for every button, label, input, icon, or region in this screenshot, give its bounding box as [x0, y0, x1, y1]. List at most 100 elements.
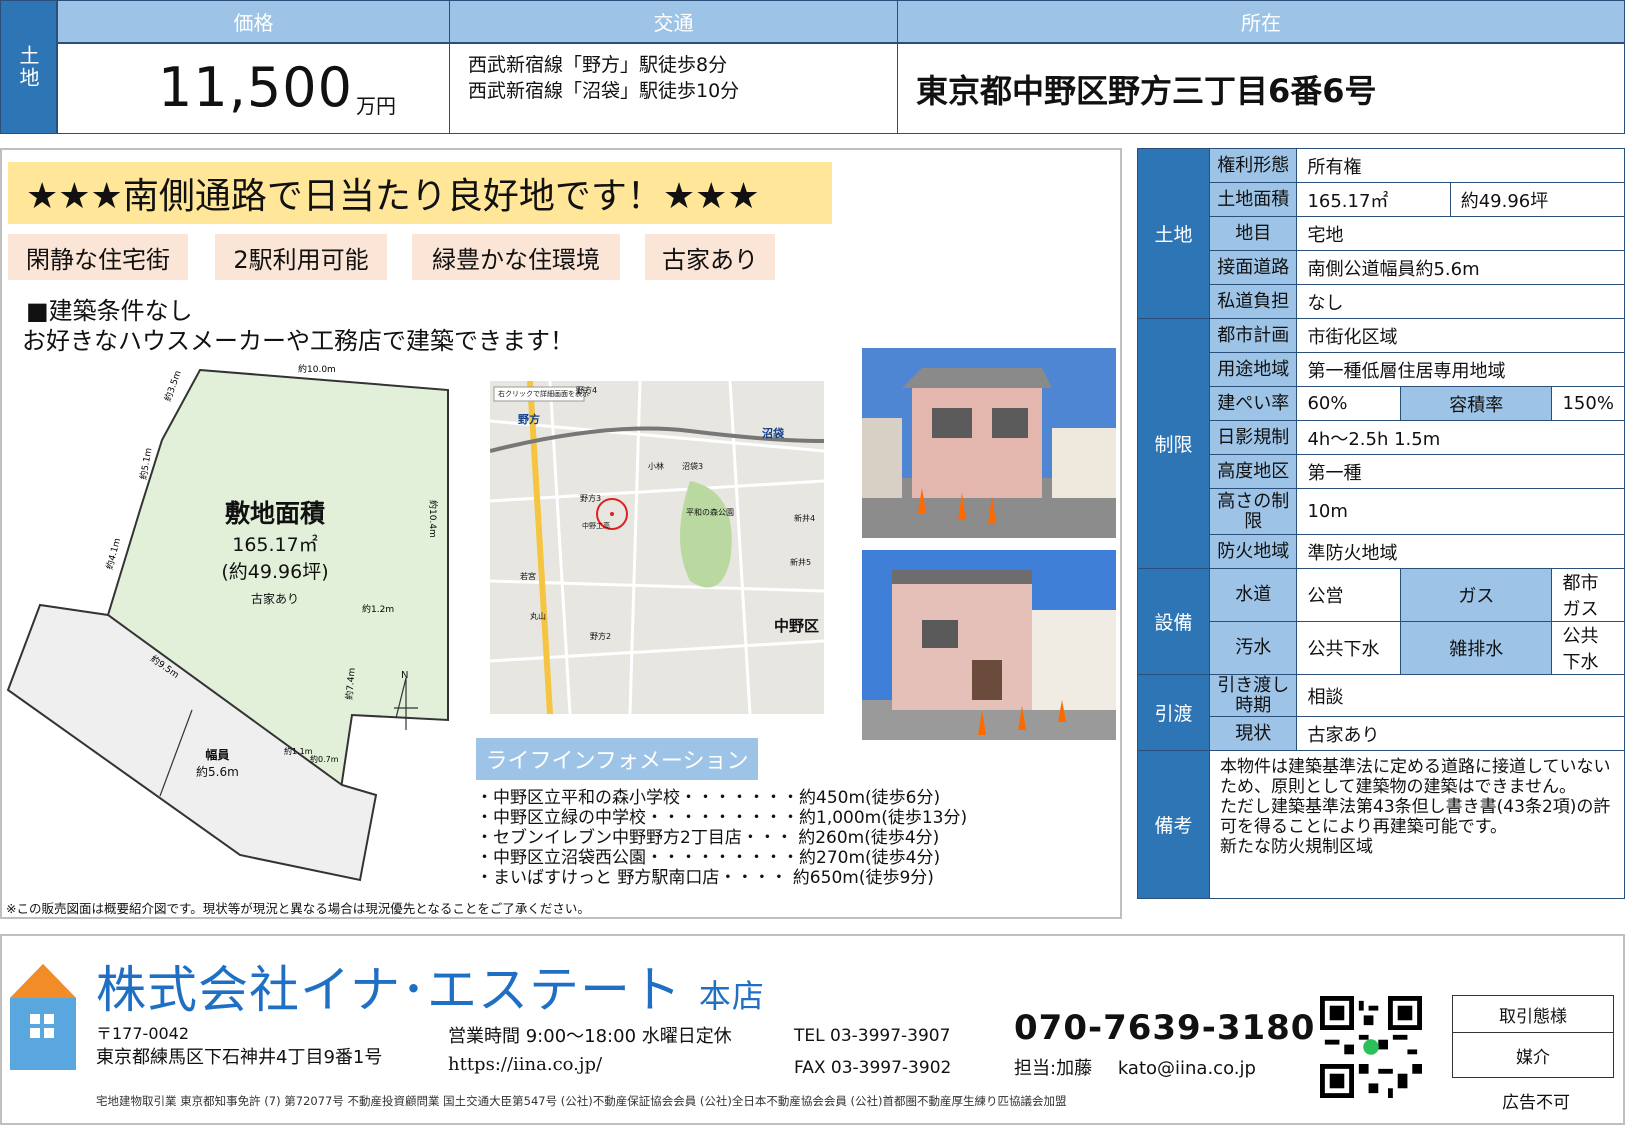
- access-label: 交通: [449, 0, 898, 43]
- spec-value: 市街化区域: [1296, 318, 1625, 353]
- condition-line-2: お好きなハウスメーカーや工務店で建築できます！: [22, 327, 574, 355]
- price-value: 11,500: [158, 56, 353, 119]
- spec-label: 都市計画: [1209, 318, 1298, 353]
- spec-label: 容積率: [1400, 386, 1553, 421]
- spec-label: ガス: [1400, 568, 1553, 622]
- spec-cat-restrict: 制限: [1136, 318, 1211, 569]
- life-item: ・中野区立平和の森小学校・・・・・・・約450m(徒歩6分): [476, 788, 941, 808]
- spec-label: 防火地域: [1209, 534, 1298, 569]
- spec-table: 土地 権利形態 所有権 土地面積 165.17㎡ 約49.96坪 地目 宅地 接…: [1136, 148, 1625, 899]
- dim-small-2: 約0.7m: [310, 754, 339, 764]
- spec-label: 雑排水: [1400, 621, 1553, 675]
- map-label-wakamiya: 若宮: [520, 572, 536, 581]
- access-line-1: 西武新宿線「野方」駅徒歩8分: [468, 54, 728, 76]
- dim-small-1: 約1.1m: [284, 746, 313, 756]
- staff-email[interactable]: kato@iina.co.jp: [1118, 1058, 1256, 1079]
- spec-value: 10m: [1296, 488, 1625, 535]
- life-info-list: ・中野区立平和の森小学校・・・・・・・約450m(徒歩6分) ・中野区立緑の中学…: [476, 788, 967, 888]
- company-logo-icon: [10, 964, 76, 1070]
- spec-cat-facility: 設備: [1136, 568, 1211, 675]
- company-branch: 本店: [698, 977, 765, 1015]
- location-value: 東京都中野区野方三丁目6番6号: [897, 43, 1625, 134]
- website-link[interactable]: https://iina.co.jp/: [448, 1054, 602, 1075]
- spec-value: 都市ガス: [1551, 568, 1625, 622]
- staff-contact: 担当:加藤 kato@iina.co.jp: [1014, 1054, 1256, 1080]
- business-hours: 営業時間 9:00～18:00 水曜日定休: [448, 1026, 732, 1047]
- spec-label: 接面道路: [1209, 250, 1298, 285]
- map-label-kobayashi: 小林: [648, 462, 664, 471]
- map-label-numabukuro3: 沼袋3: [682, 462, 704, 471]
- remarks-line: ただし建築基準法第43条但し書き書(43条2項)の許可を得ることにより再建築可能…: [1220, 797, 1611, 837]
- company-address: 〒177-0042 東京都練馬区下石神井4丁目9番1号: [96, 1022, 382, 1070]
- spec-value: 南側公道幅員約5.6m: [1296, 250, 1625, 285]
- spec-value: 165.17㎡: [1296, 182, 1451, 217]
- condition-line-1: ■建築条件なし: [26, 297, 193, 325]
- price-unit: 万円: [356, 94, 396, 118]
- feature-tag-quiet: 閑静な住宅街: [8, 234, 188, 280]
- license-info: 宅地建物取引業 東京都知事免許 (7) 第72077号 不動産投資顧問業 国土交…: [96, 1094, 1067, 1108]
- postal-code: 〒177-0042: [96, 1024, 190, 1043]
- spec-cat-land: 土地: [1136, 148, 1211, 319]
- building-condition: ■建築条件なし お好きなハウスメーカーや工務店で建築できます！: [22, 296, 574, 356]
- spec-value: 準防火地域: [1296, 534, 1625, 569]
- site-plan: 約10.0m 約3.5m 約5.1m 約10.4m 約4.1m 約1.2m 約7…: [6, 363, 449, 882]
- feature-tag-stations: 2駅利用可能: [215, 234, 387, 280]
- life-info-title: ライフインフォメーション: [476, 738, 758, 780]
- transaction-type-value: 媒介: [1453, 1032, 1613, 1077]
- tel-number: TEL 03-3997-3907: [794, 1026, 951, 1046]
- life-item: ・まいばすけっと 野方駅南口店・・・・ 約650m(徒歩9分): [476, 868, 934, 888]
- spec-cat-handover: 引渡: [1136, 674, 1211, 751]
- spec-value: 公共下水: [1551, 621, 1625, 675]
- dim-step: 約1.2m: [362, 603, 394, 615]
- map-label-nakano: 中野区: [774, 617, 820, 635]
- spec-value: 相談: [1296, 674, 1625, 717]
- headline: ★★★南側通路で日当たり良好地です！★★★: [8, 162, 832, 224]
- mobile-number: 070-7639-3180: [1014, 1008, 1316, 1048]
- map-label-nogata2: 野方2: [590, 632, 612, 641]
- spec-label: 日影規制: [1209, 420, 1298, 455]
- plan-title: 敷地面積: [224, 499, 325, 528]
- dim-left-lower: 約4.1m: [103, 537, 123, 571]
- contact-phones: TEL 03-3997-3907 FAX 03-3997-3902: [794, 1020, 951, 1084]
- area-map[interactable]: 右クリックで詳細画面を表示 野方 沼袋 中野区 野方4 沼袋3 野方3 新井4 …: [490, 381, 824, 714]
- remarks-line: 本物件は建築基準法に定める道路に接道していないため、原則として建築物の建築はでき…: [1220, 757, 1611, 797]
- spec-label: 地目: [1209, 216, 1298, 251]
- spec-label: 土地面積: [1209, 182, 1298, 217]
- spec-value: 古家あり: [1296, 716, 1625, 751]
- map-label-nogata: 野方: [518, 413, 540, 426]
- life-item: ・中野区立緑の中学校・・・・・・・・・約1,000m(徒歩13分): [476, 808, 968, 828]
- map-label-numabukuro: 沼袋: [762, 427, 784, 440]
- spec-value: 60%: [1296, 386, 1402, 421]
- house-photo-front: [862, 348, 1116, 538]
- spec-label: 水道: [1209, 568, 1298, 622]
- dim-right: 約10.4m: [427, 500, 439, 538]
- spec-label: 高度地区: [1209, 454, 1298, 489]
- map-label-arai5: 新井5: [790, 558, 812, 567]
- plan-note: 古家あり: [250, 592, 299, 606]
- remarks-text: 本物件は建築基準法に定める道路に接道していないため、原則として建築物の建築はでき…: [1209, 750, 1625, 899]
- house-photo-front-image: [862, 348, 1116, 538]
- access-cell: 西武新宿線「野方」駅徒歩8分 西武新宿線「沼袋」駅徒歩10分: [449, 43, 898, 134]
- spec-cat-remarks: 備考: [1136, 750, 1211, 899]
- transaction-type-label: 取引態様: [1499, 1006, 1567, 1027]
- map-label-nogata3: 野方3: [580, 494, 602, 503]
- map-label-maruyama: 丸山: [530, 612, 546, 621]
- spec-label: 私道負担: [1209, 284, 1298, 319]
- map-label-arai4: 新井4: [794, 514, 816, 523]
- map-label-peace-park: 平和の森公園: [686, 508, 734, 517]
- spec-value: 宅地: [1296, 216, 1625, 251]
- spec-label: 建ぺい率: [1209, 386, 1298, 421]
- map-label-nogata4: 野方4: [576, 386, 598, 395]
- spec-label: 現状: [1209, 716, 1298, 751]
- road-title: 幅員: [205, 748, 230, 762]
- plan-label: 敷地面積 165.17㎡ (約49.96坪) 古家あり: [210, 494, 340, 607]
- company-name-text: 株式会社イナ･エステート: [96, 961, 682, 1019]
- map-label-school: 中野工高: [582, 522, 610, 530]
- dim-top: 約10.0m: [298, 363, 336, 375]
- location-label: 所在: [897, 0, 1625, 43]
- price-label: 価格: [57, 0, 450, 43]
- qr-code-icon: [1320, 996, 1422, 1098]
- spec-value: なし: [1296, 284, 1625, 319]
- spec-label: 汚水: [1209, 621, 1298, 675]
- remarks-line: 新たな防火規制区域: [1220, 837, 1374, 857]
